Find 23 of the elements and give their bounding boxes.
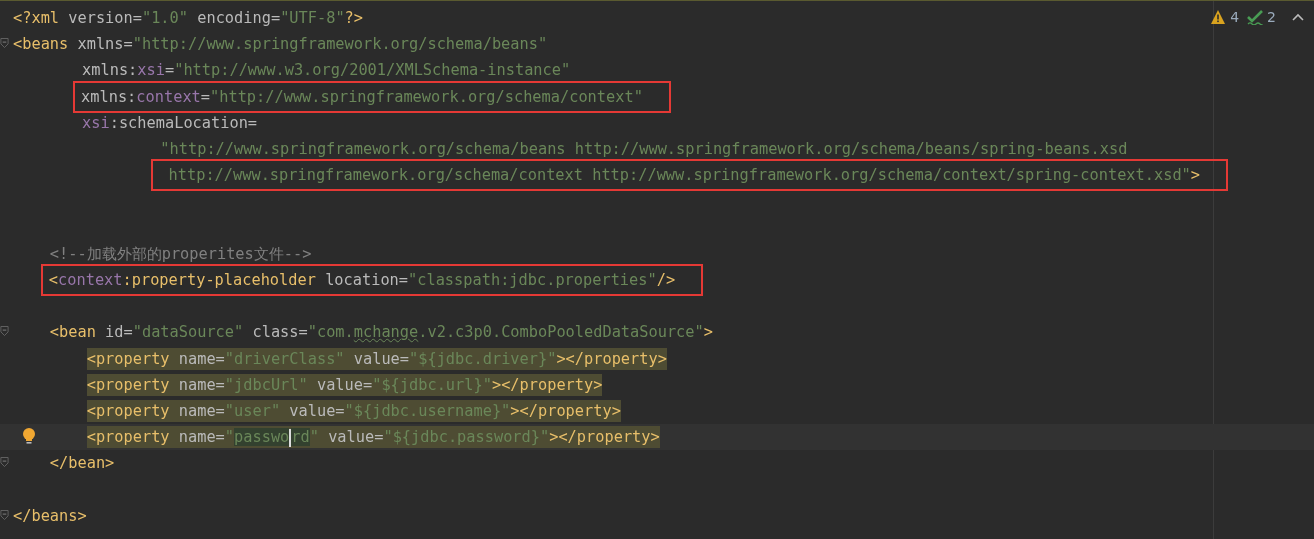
code-line: </bean> [49,453,115,475]
code-line: http://www.springframework.org/schema/context http://www.springframework.org/schema/context/spring-context.xsd"> [167,165,1201,187]
fold-marker-icon[interactable] [0,37,9,50]
inspection-count[interactable]: 4 [1230,9,1240,25]
code-line: xmlns:context="http://www.springframework.org/schema/context" [81,86,643,108]
code-line: </beans> [13,505,87,527]
check-icon[interactable] [1247,9,1264,25]
code-line: <context:property-placeholder location="classpath:jdbc.properties"/> [48,269,676,291]
code-line: xmlns:xsi="http://www.w3.org/2001/XMLSchema-instance" [82,60,571,82]
caret-up-icon[interactable] [1292,13,1304,21]
lightbulb-icon[interactable] [22,427,36,445]
code-line: <bean id="dataSource" class="com.mchange.v2.c3p0.ComboPooledDataSource"> [49,322,713,344]
code-line: <?xml version="1.0" encoding="UTF-8"?> [13,8,363,30]
fold-marker-icon[interactable] [0,456,9,469]
code-line: <beans xmlns="http://www.springframework.org/schema/beans" [13,34,548,56]
code-line: "http://www.springframework.org/schema/beans http://www.springframework.org/schema/beans/spring-beans.xsd [160,139,1128,161]
fold-marker-icon[interactable] [0,508,9,521]
inspection-count[interactable]: 2 [1267,9,1276,25]
code-line: xsi:schemaLocation= [82,112,258,134]
code-line: <!--加载外部的properites文件--> [49,243,312,265]
code-editor[interactable] [0,0,1314,539]
warning-icon[interactable] [1210,9,1227,25]
fold-marker-icon[interactable] [0,325,9,338]
